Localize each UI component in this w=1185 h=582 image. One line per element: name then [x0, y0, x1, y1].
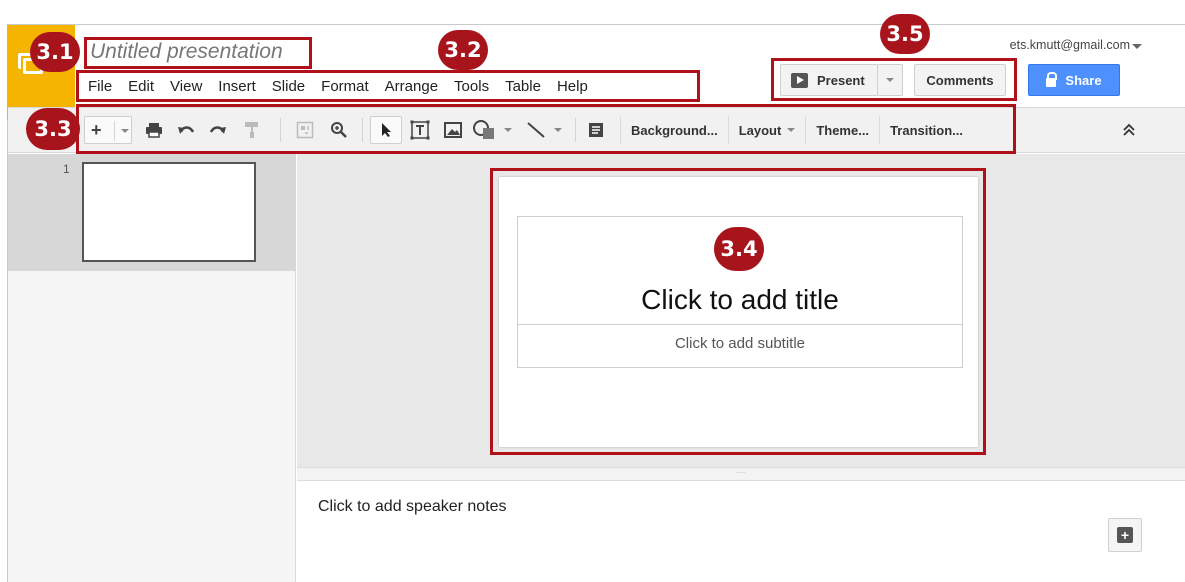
toolbar-separator	[575, 118, 576, 142]
menu-slide[interactable]: Slide	[264, 74, 313, 100]
fit-button[interactable]	[292, 116, 318, 144]
menu-tools[interactable]: Tools	[446, 74, 497, 100]
undo-icon	[178, 126, 195, 134]
menu-file[interactable]: File	[80, 74, 120, 100]
chevron-down-icon	[504, 128, 512, 132]
menu-insert[interactable]: Insert	[210, 74, 264, 100]
menu-edit[interactable]: Edit	[120, 74, 162, 100]
toolbar-separator	[362, 118, 363, 142]
subtitle-placeholder[interactable]: Click to add subtitle	[517, 325, 963, 368]
redo-icon	[209, 126, 226, 134]
double-chevron-up-icon	[1123, 123, 1135, 136]
chevron-down-icon	[554, 128, 562, 132]
menu-table[interactable]: Table	[497, 74, 549, 100]
zoom-button[interactable]	[326, 116, 352, 144]
slide-thumbnail[interactable]	[82, 162, 256, 262]
new-slide-button[interactable]: +	[84, 116, 132, 144]
layout-label: Layout	[738, 122, 782, 138]
toolbar-separator	[280, 118, 281, 142]
speaker-notes-placeholder[interactable]: Click to add speaker notes	[318, 498, 507, 516]
print-button[interactable]	[142, 116, 166, 144]
cursor-icon	[382, 123, 391, 137]
line-button[interactable]	[526, 116, 570, 144]
shape-icon	[473, 120, 494, 139]
shape-button[interactable]	[472, 116, 520, 144]
annotation-badge-3-2: 3.2	[438, 30, 488, 70]
document-title[interactable]: Untitled presentation	[90, 40, 283, 64]
present-label: Present	[817, 72, 865, 88]
menu-bar: File Edit View Insert Slide Format Arran…	[80, 74, 596, 100]
comment-button[interactable]	[583, 116, 609, 144]
menu-format[interactable]: Format	[313, 74, 377, 100]
annotation-badge-3-1: 3.1	[30, 32, 80, 72]
image-icon	[444, 122, 462, 138]
account-chevron-down-icon[interactable]	[1132, 44, 1142, 49]
paint-format-icon	[245, 122, 258, 138]
zoom-icon	[331, 122, 347, 138]
undo-button[interactable]	[174, 116, 198, 144]
speaker-notes-panel	[297, 481, 1185, 582]
background-button[interactable]: Background...	[620, 116, 728, 144]
add-note-button[interactable]: +	[1108, 518, 1142, 552]
plus-icon: +	[91, 120, 102, 140]
share-button[interactable]: Share	[1028, 64, 1120, 96]
fit-icon	[296, 121, 314, 139]
annotation-badge-3-4: 3.4	[714, 227, 764, 271]
theme-button[interactable]: Theme...	[805, 116, 879, 144]
collapse-toolbar-button[interactable]	[1116, 116, 1142, 144]
text-box-icon	[410, 120, 430, 140]
chevron-down-icon	[886, 78, 894, 82]
add-comment-icon: +	[1117, 527, 1133, 543]
layout-button[interactable]: Layout	[727, 116, 806, 144]
menu-view[interactable]: View	[162, 74, 210, 100]
comments-button[interactable]: Comments	[914, 64, 1006, 96]
comments-label: Comments	[926, 72, 994, 88]
slide-number: 1	[63, 162, 70, 176]
text-box-button[interactable]	[406, 116, 434, 144]
print-icon	[146, 123, 162, 138]
annotation-badge-3-5: 3.5	[880, 14, 930, 54]
select-button[interactable]	[370, 116, 402, 144]
lock-icon	[1046, 71, 1058, 87]
notes-resize-handle[interactable]: ···	[297, 467, 1185, 481]
comment-icon	[589, 123, 603, 137]
chevron-down-icon	[787, 128, 796, 132]
chevron-down-icon[interactable]	[121, 129, 129, 133]
transition-button[interactable]: Transition...	[879, 116, 973, 144]
present-dropdown-button[interactable]	[877, 64, 903, 96]
line-icon	[527, 122, 545, 138]
present-button[interactable]: Present	[780, 64, 878, 96]
share-label: Share	[1065, 72, 1102, 88]
image-button[interactable]	[440, 116, 466, 144]
menu-help[interactable]: Help	[549, 74, 596, 100]
user-email[interactable]: ets.kmutt@gmail.com	[1010, 38, 1130, 52]
menu-arrange[interactable]: Arrange	[377, 74, 446, 100]
play-icon	[791, 72, 808, 88]
paint-format-button[interactable]	[240, 116, 264, 144]
annotation-badge-3-3: 3.3	[26, 108, 80, 150]
redo-button[interactable]	[206, 116, 230, 144]
